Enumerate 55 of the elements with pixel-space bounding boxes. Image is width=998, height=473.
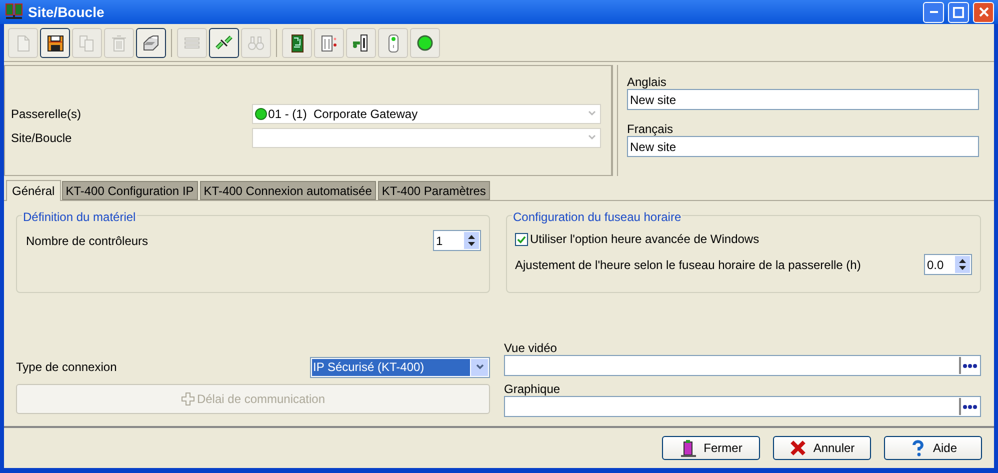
tab[interactable]: KT-400 Paramètres	[378, 181, 490, 200]
field-label: Site/Boucle	[11, 130, 73, 146]
status-light-icon	[415, 32, 435, 52]
tab[interactable]: KT-400 Configuration IP	[62, 181, 198, 200]
ellipsis-icon	[959, 357, 979, 374]
dialog-button[interactable]: Annuler	[773, 436, 871, 460]
field-label: Vue vidéo	[504, 341, 558, 355]
chevron-down-icon	[588, 111, 596, 116]
checkbox[interactable]	[515, 232, 528, 246]
spinner-value: 1	[436, 232, 444, 250]
field-label: Anglais	[627, 74, 668, 89]
plus-icon	[180, 392, 195, 406]
toolbar-button[interactable]	[136, 28, 166, 58]
field-label: Nombre de contrôleurs	[26, 232, 148, 250]
dropdown[interactable]: 01 - (1) Corporate Gateway	[252, 104, 601, 124]
close-icon	[978, 7, 988, 17]
minimize-icon	[930, 11, 938, 13]
chevron-down-icon	[471, 358, 488, 376]
field-label: Type de connexion	[16, 359, 117, 376]
up-down-arrows-icon	[464, 232, 479, 249]
browse-field[interactable]	[504, 355, 981, 376]
door-icon	[680, 439, 698, 457]
toolbar-button[interactable]	[40, 28, 70, 58]
dropdown[interactable]: IP Sécurisé (KT-400)	[310, 356, 490, 378]
maximize-icon	[953, 6, 964, 18]
toolbar-button[interactable]	[209, 28, 239, 58]
field-label: Ajustement de l'heure selon le fuseau horaire de la passerelle (h)	[515, 256, 861, 274]
chevron-down-icon	[588, 135, 596, 140]
text-field[interactable]: New site	[627, 136, 979, 157]
spinner-value: 0.0	[927, 256, 945, 274]
dropdown-value: IP Sécurisé (KT-400)	[312, 358, 470, 376]
field-label: Français	[627, 121, 674, 136]
tab[interactable]: Général	[6, 180, 61, 201]
ellipsis-icon	[959, 398, 979, 415]
maximize-button[interactable]	[948, 2, 969, 22]
number-spinner[interactable]: 0.0	[924, 254, 972, 275]
close-button[interactable]	[973, 2, 994, 22]
trash-can-icon	[109, 32, 129, 52]
field-label: Passerelle(s)	[11, 106, 82, 122]
door-icon	[319, 32, 339, 52]
checkbox-label: Utiliser l'option heure avancée de Windows	[530, 231, 760, 248]
field-label: Graphique	[504, 382, 562, 396]
cross-icon	[789, 439, 808, 457]
printer-icon	[141, 32, 161, 52]
tab[interactable]: KT-400 Connexion automatisée	[200, 181, 376, 200]
dialog-button[interactable]: Fermer	[662, 436, 760, 460]
text-field[interactable]: New site	[627, 89, 979, 110]
dropdown-value: 01 - (1) Corporate Gateway	[268, 106, 418, 122]
up-down-arrows-icon	[955, 256, 970, 273]
browse-field[interactable]	[504, 396, 981, 417]
number-spinner[interactable]: 1	[433, 230, 481, 251]
app-icon	[4, 2, 24, 22]
minimize-button[interactable]	[923, 2, 944, 22]
dialog-button[interactable]: Aide	[884, 436, 982, 460]
window-title: Site/Boucle	[28, 2, 106, 22]
